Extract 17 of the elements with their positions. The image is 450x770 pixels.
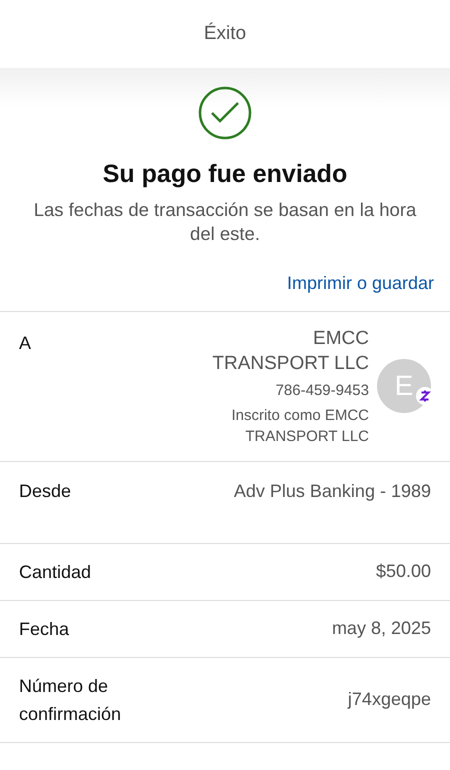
detail-label: Fecha <box>19 618 70 640</box>
detail-label: Cantidad <box>19 560 92 584</box>
recipient-phone: 786-459-9453 <box>276 380 369 400</box>
zelle-badge-icon <box>416 386 434 405</box>
enrolled-note: Inscrito como EMCC TRANSPORT LLC <box>230 406 369 446</box>
detail-label: Número de confirmación <box>19 674 122 726</box>
detail-label: Desde <box>19 480 72 502</box>
print-link[interactable]: Imprimir o guardar <box>286 270 434 296</box>
status-note: Las fechas de transacción se basan en la hora del este. <box>32 198 418 246</box>
detail-value: $50.00 <box>376 560 431 583</box>
status-title: Su pago fue enviado <box>102 159 348 190</box>
recipient-name: EMCC TRANSPORT LLC <box>211 326 369 376</box>
detail-value: Adv Plus Banking - 1989 <box>234 480 431 503</box>
detail-label: A <box>19 332 32 354</box>
detail-value: j74xgeqpe <box>348 688 431 711</box>
header-title: Éxito <box>204 22 246 46</box>
detail-value: may 8, 2025 <box>332 617 431 640</box>
